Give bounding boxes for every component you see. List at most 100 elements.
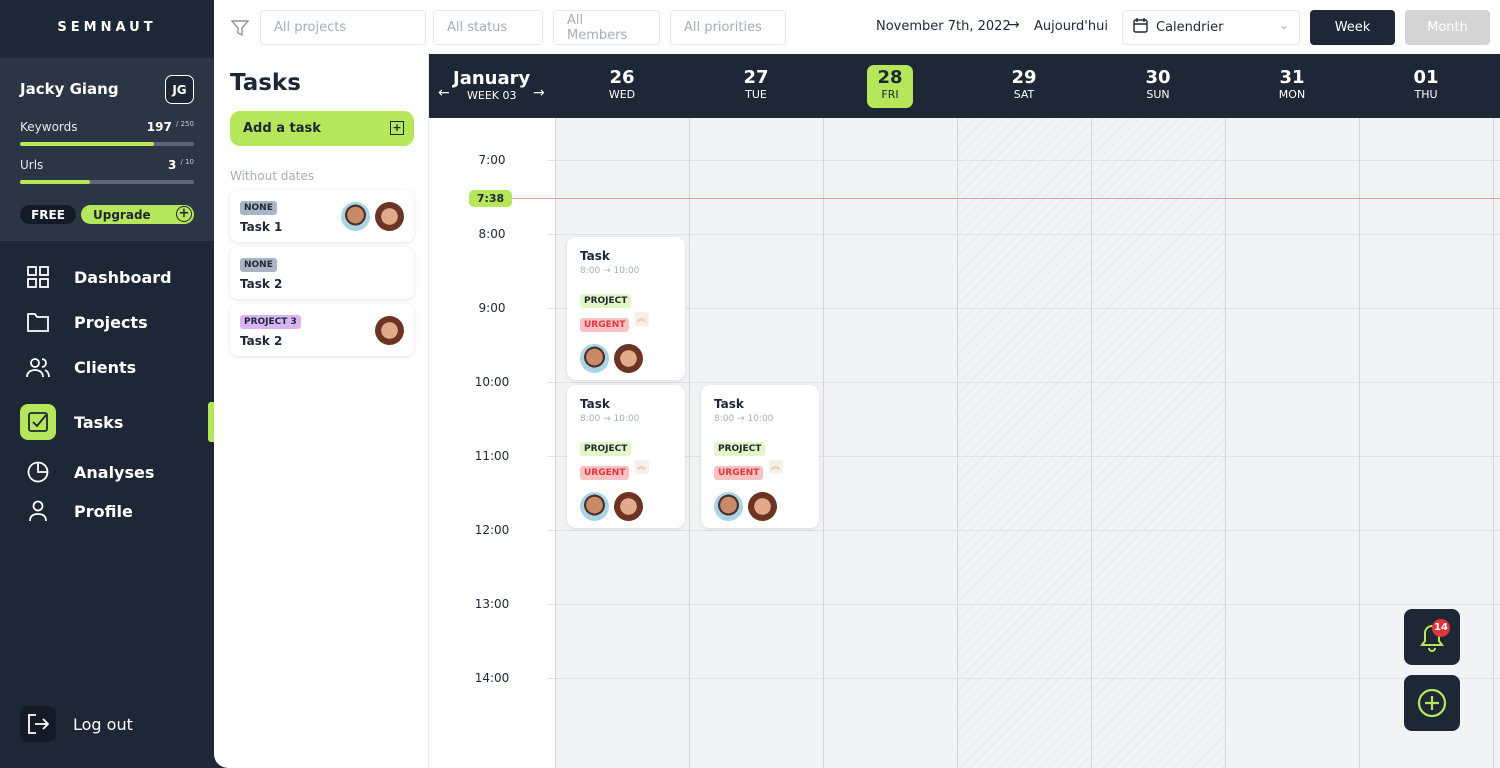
plus-icon: + (176, 206, 192, 222)
nav-label: Dashboard (74, 267, 172, 287)
day-name: SUN (1146, 88, 1170, 101)
project-tag: NONE (240, 201, 277, 215)
add-button[interactable] (1404, 675, 1460, 731)
day-header-27[interactable]: 27 TUE (726, 67, 786, 102)
event-card[interactable]: Task 8:00 → 10:00 PROJECT URGENT ︽ (701, 385, 819, 528)
plus-circle-icon (1417, 688, 1447, 718)
priority-tag: URGENT (580, 318, 630, 332)
nav-label: Analyses (74, 462, 155, 482)
keywords-max: / 250 (176, 120, 194, 128)
current-date: November 7th, 2022 (876, 19, 1011, 34)
day-column-divider (555, 118, 556, 768)
user-name: Jacky Giang (20, 80, 119, 98)
filter-icon[interactable] (230, 19, 250, 41)
hour-label: 14:00 (474, 671, 510, 685)
task-name: Task 1 (240, 220, 283, 234)
month-label: January (453, 68, 531, 89)
avatar (375, 202, 404, 231)
keywords-label: Keywords (20, 120, 78, 134)
sidebar-item-tasks[interactable]: Tasks (20, 404, 210, 440)
day-column-divider (1359, 118, 1360, 768)
notifications-button[interactable]: 14 (1404, 609, 1460, 665)
sidebar-item-clients[interactable]: Clients (20, 349, 210, 385)
day-column-divider (1493, 118, 1494, 768)
event-card[interactable]: Task 8:00 → 10:00 PROJECT URGENT ︽ (567, 237, 685, 380)
project-tag: PROJECT (580, 294, 632, 308)
tasks-panel: Tasks Add a task + Without dates NONE Tas… (214, 54, 429, 768)
day-number: 29 (1011, 67, 1037, 88)
event-time: 8:00 → 10:00 (580, 414, 640, 424)
hour-label: 9:00 (478, 301, 506, 315)
day-header-01[interactable]: 01 THU (1396, 67, 1456, 102)
day-number: 27 (743, 67, 769, 88)
avatar (748, 492, 778, 521)
nav-label: Clients (74, 357, 137, 377)
calendar: 7:00 8:00 9:00 10:00 11:00 12:00 13:00 14:00 7:… (429, 54, 1500, 768)
urls-count: 3 / 10 (168, 158, 194, 172)
logout-icon (20, 706, 56, 742)
keywords-count: 197 / 250 (147, 120, 194, 134)
top-bar: All projects All status All Members All … (214, 0, 1500, 54)
day-name: FRI (881, 88, 899, 101)
task-card[interactable]: NONE Task 1 (230, 190, 414, 242)
day-name: WED (608, 88, 636, 101)
users-icon (20, 349, 56, 385)
event-time: 8:00 → 10:00 (580, 266, 640, 276)
urls-progress (20, 180, 194, 184)
logout-button[interactable]: Log out (20, 706, 210, 742)
plan-badge: FREE (20, 205, 76, 224)
view-select[interactable]: Calendrier ⌄ (1122, 10, 1300, 45)
day-header-26[interactable]: 26 WED (592, 68, 652, 102)
day-header-31[interactable]: 31 MON (1262, 68, 1322, 102)
avatar (714, 492, 743, 521)
priority-chevrons-icon: ︽ (634, 312, 649, 326)
avatar (341, 202, 370, 231)
upgrade-button[interactable]: Upgrade + (81, 205, 194, 224)
logout-label: Log out (73, 714, 133, 734)
today-button[interactable]: Aujourd'hui (1034, 19, 1108, 34)
hour-label: 7:00 (478, 153, 506, 167)
add-task-button[interactable]: Add a task + (230, 111, 414, 146)
day-number: 01 (1413, 67, 1439, 88)
avatar (580, 492, 609, 521)
task-name: Task 2 (240, 334, 283, 348)
month-button[interactable]: Month (1405, 10, 1490, 45)
week-button[interactable]: Week (1310, 10, 1395, 45)
avatar (614, 344, 644, 373)
task-card[interactable]: NONE Task 2 (230, 247, 414, 299)
members-filter[interactable]: All Members (553, 10, 660, 45)
status-filter[interactable]: All status (433, 10, 543, 45)
event-card[interactable]: Task 8:00 → 10:00 PROJECT URGENT ︽ (567, 385, 685, 528)
current-time-badge: 7:38 (469, 190, 512, 207)
day-column-divider (823, 118, 824, 768)
day-header-29[interactable]: 29 SAT (994, 67, 1054, 102)
task-card[interactable]: PROJECT 3 Task 2 (230, 304, 414, 356)
section-label: Without dates (230, 169, 315, 183)
day-header-30[interactable]: 30 SUN (1128, 67, 1188, 102)
sidebar-item-profile[interactable]: Profile (20, 493, 210, 529)
sidebar-item-dashboard[interactable]: Dashboard (20, 259, 210, 295)
day-number: 28 (877, 67, 903, 88)
prev-week-arrow-icon[interactable]: ← (438, 85, 450, 101)
folder-icon (20, 304, 56, 340)
day-column-divider (1091, 118, 1092, 768)
event-title: Task (580, 249, 610, 263)
page-title: Tasks (230, 70, 301, 96)
user-panel: Jacky Giang JG Keywords 197 / 250 Urls 3… (0, 58, 214, 241)
avatar[interactable]: JG (165, 75, 194, 104)
plus-icon: + (390, 121, 404, 135)
hour-label: 13:00 (474, 597, 510, 611)
sidebar-item-analyses[interactable]: Analyses (20, 454, 210, 490)
avatar (375, 316, 404, 345)
sidebar-item-projects[interactable]: Projects (20, 304, 210, 340)
hour-label: 8:00 (478, 227, 506, 241)
day-name: THU (1414, 88, 1438, 101)
event-title: Task (580, 397, 610, 411)
day-number: 30 (1145, 67, 1171, 88)
next-week-arrow-icon[interactable]: → (533, 85, 545, 101)
day-header-28[interactable]: 28 FRI (867, 65, 913, 108)
projects-filter[interactable]: All projects (260, 10, 426, 45)
chevron-down-icon: ⌄ (1278, 18, 1289, 32)
week-label: WEEK 03 (467, 89, 517, 102)
priorities-filter[interactable]: All priorities (670, 10, 786, 45)
